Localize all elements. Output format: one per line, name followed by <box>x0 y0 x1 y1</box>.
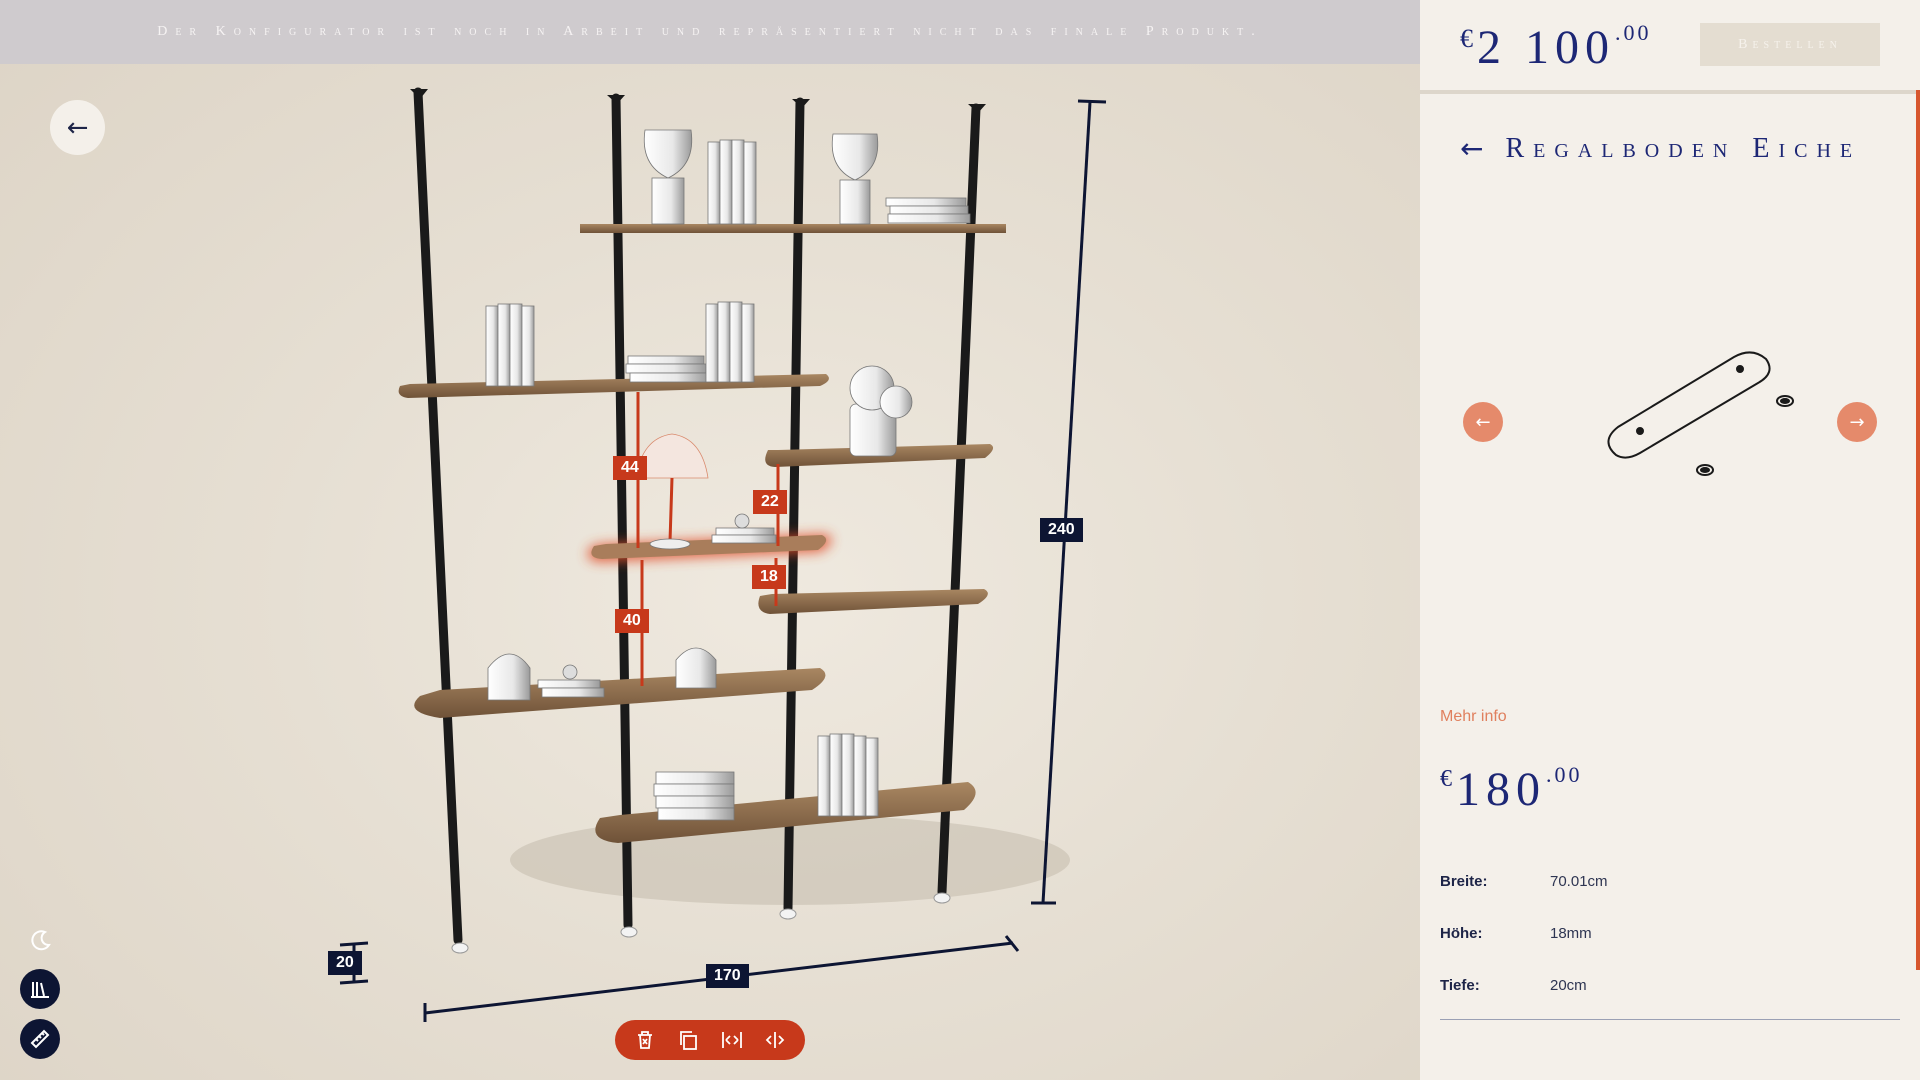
duplicate-icon <box>680 1031 698 1050</box>
item-price-currency: € <box>1440 766 1452 792</box>
configurator-viewport[interactable]: Der Konfigurator ist noch in Arbeit und … <box>0 0 1420 1080</box>
panel-header: € 2 100.00 Bestellen <box>1420 0 1920 94</box>
library-icon <box>31 982 49 998</box>
shrink-width-icon <box>721 1032 742 1048</box>
spec-row-height: Höhe: 18mm <box>1440 925 1592 942</box>
shelf-preview-image <box>1607 351 1794 476</box>
selection-toolbar <box>615 1020 805 1060</box>
spec-value: 70.01cm <box>1550 873 1608 890</box>
total-price: € 2 100.00 <box>1460 20 1652 75</box>
expand-width-icon <box>765 1032 785 1048</box>
order-button[interactable]: Bestellen <box>1700 23 1880 66</box>
arrow-left-icon[interactable]: ← <box>1460 132 1483 165</box>
previous-item-button[interactable]: ← <box>1463 402 1503 442</box>
product-panel: € 2 100.00 Bestellen ← Regalboden Eiche … <box>1420 0 1920 1080</box>
item-title: Regalboden Eiche <box>1505 132 1862 164</box>
panel-scrollbar[interactable] <box>1916 90 1920 970</box>
spec-label: Breite: <box>1440 873 1488 890</box>
ruler-icon <box>30 1029 50 1049</box>
distance-right-bottom-label: 18 <box>752 565 786 589</box>
duplicate-button[interactable] <box>672 1024 704 1056</box>
item-price-decimals: .00 <box>1546 762 1583 787</box>
item-price: € 180.00 <box>1440 762 1583 817</box>
spec-label: Höhe: <box>1440 925 1483 942</box>
expand-width-button[interactable] <box>759 1024 791 1056</box>
total-price-main: 2 100 <box>1477 21 1615 74</box>
width-dimension-label: 170 <box>706 964 749 988</box>
spec-label: Tiefe: <box>1440 977 1480 994</box>
divider <box>1440 1019 1900 1020</box>
next-item-button[interactable]: → <box>1837 402 1877 442</box>
distance-above-label: 44 <box>613 456 647 480</box>
pole-caps <box>410 89 986 113</box>
spec-value: 18mm <box>1550 925 1592 942</box>
library-button[interactable] <box>20 969 60 1009</box>
item-title-row: ← Regalboden Eiche <box>1460 132 1861 165</box>
shelf-objects <box>485 129 971 821</box>
delete-icon <box>637 1031 652 1049</box>
arrow-left-icon: ← <box>1475 411 1491 433</box>
total-price-currency: € <box>1460 24 1473 53</box>
delete-button[interactable] <box>629 1024 661 1056</box>
spec-value: 20cm <box>1550 977 1587 994</box>
distance-below-label: 40 <box>615 609 649 633</box>
depth-dimension-label: 20 <box>328 951 362 975</box>
total-price-decimals: .00 <box>1615 20 1652 45</box>
more-info-link[interactable]: Mehr info <box>1440 708 1507 726</box>
spec-row-width: Breite: 70.01cm <box>1440 873 1608 890</box>
arrow-right-icon: → <box>1849 411 1865 433</box>
ruler-button[interactable] <box>20 1019 60 1059</box>
spec-row-depth: Tiefe: 20cm <box>1440 977 1587 994</box>
night-mode-icon[interactable] <box>27 928 53 954</box>
height-dimension-label: 240 <box>1040 518 1083 542</box>
shrink-width-button[interactable] <box>716 1024 748 1056</box>
item-price-main: 180 <box>1456 763 1546 816</box>
distance-right-top-label: 22 <box>753 490 787 514</box>
shelf-scene[interactable] <box>0 0 1420 1080</box>
